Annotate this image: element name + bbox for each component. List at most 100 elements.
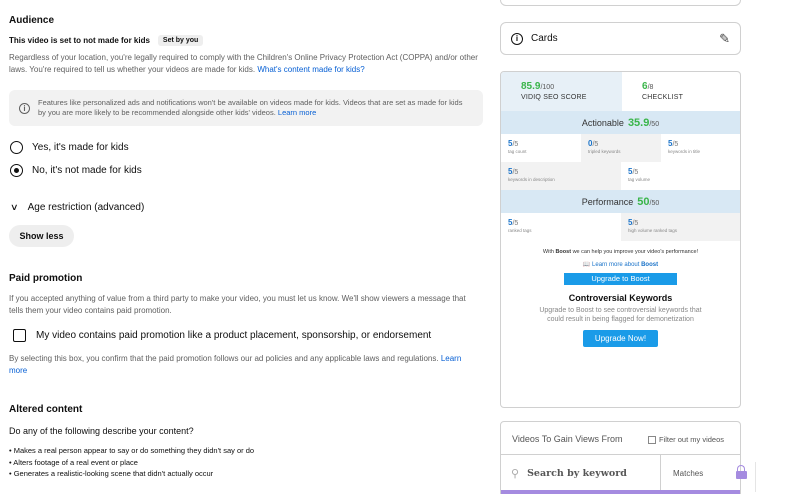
metric-max: /5	[512, 141, 519, 148]
info-box-text-wrap: Features like personalized ads and notif…	[38, 98, 468, 118]
audience-status-text: This video is set to not made for kids	[9, 36, 150, 45]
metric-high-volume-ranked-tags: 5/5 high volume ranked tags	[621, 213, 740, 241]
info-icon: i	[511, 32, 523, 45]
altered-content-bullets: Makes a real person appear to say or do …	[9, 445, 254, 480]
keyword-search-input[interactable]: ⚲ Search by keyword	[501, 455, 661, 492]
learn-more-boost-link[interactable]: 📖 Learn more about Boost	[501, 261, 740, 268]
boost-brand: Boost	[555, 249, 572, 255]
actionable-score: 35.9/50	[628, 117, 659, 129]
gain-views-title: Videos To Gain Views From	[512, 434, 623, 444]
info-box-text: Features like personalized ads and notif…	[38, 98, 463, 117]
made-for-kids-info-box: i Features like personalized ads and not…	[9, 90, 483, 126]
filter-my-videos-toggle[interactable]: Filter out my videos	[648, 435, 724, 444]
checklist-max: /8	[647, 84, 654, 91]
metric-ranked-tags: 5/5 ranked tags	[501, 213, 621, 241]
list-item: Makes a real person appear to say or do …	[9, 445, 254, 457]
chevron-down-icon: ∨	[10, 202, 19, 212]
search-icon: ⚲	[511, 468, 520, 480]
made-for-kids-link[interactable]: What's content made for kids?	[257, 65, 364, 74]
performance-grid: 5/5 ranked tags 5/5 high volume ranked t…	[501, 213, 740, 241]
vidiq-panel: 85.9/100 VIDIQ SEO SCORE 6/8 CHECKLIST A…	[500, 71, 741, 408]
boost-post: we can help you improve your video's per…	[572, 249, 699, 255]
upgrade-now-button[interactable]: Upgrade Now!	[583, 330, 658, 347]
metric-max: /5	[632, 220, 639, 227]
boost-promo-text: With Boost we can help you improve your …	[501, 249, 740, 255]
paid-promotion-title: Paid promotion	[9, 273, 83, 284]
confirm-text: By selecting this box, you confirm that …	[9, 354, 439, 363]
seo-score-max: /100	[540, 84, 555, 91]
radio-made-for-kids-yes[interactable]: Yes, it's made for kids	[10, 141, 129, 154]
matches-column[interactable]: Matches	[661, 455, 703, 492]
pencil-icon[interactable]: ✎	[719, 31, 730, 47]
cards-section[interactable]: i Cards ✎	[500, 22, 741, 55]
list-item: Generates a realistic-looking scene that…	[9, 468, 254, 480]
metric-max: /5	[632, 169, 639, 176]
performance-label: Performance	[581, 196, 634, 207]
paid-promotion-confirm-text: By selecting this box, you confirm that …	[9, 353, 479, 377]
performance-score-number: 50	[637, 195, 650, 208]
set-by-you-badge: Set by you	[157, 35, 204, 46]
info-learn-more-link[interactable]: Learn more	[278, 108, 316, 117]
info-icon: i	[19, 102, 30, 114]
metric-label: ranked tags	[508, 228, 532, 233]
filter-checkbox[interactable]	[648, 435, 656, 444]
book-icon: 📖	[582, 262, 591, 268]
controversial-keywords-title: Controversial Keywords	[568, 293, 673, 303]
metric-label: keywords in title	[668, 149, 701, 154]
radio-yes-label: Yes, it's made for kids	[32, 142, 129, 153]
boost-pre: With	[542, 249, 554, 255]
metric-label: keywords in description	[508, 177, 555, 182]
metric-keywords-in-title: 5/5 keywords in title	[661, 134, 740, 162]
altered-content-title: Altered content	[9, 404, 83, 415]
filter-label: Filter out my videos	[659, 435, 725, 444]
list-item: Alters footage of a real event or place	[9, 457, 254, 469]
paid-promotion-checkbox-row[interactable]: My video contains paid promotion like a …	[13, 329, 431, 342]
seo-score-number: 85.9	[521, 81, 541, 92]
radio-made-for-kids-no[interactable]: No, it's not made for kids	[10, 164, 142, 177]
metric-label: tag count	[508, 149, 527, 154]
gain-views-search-row: ⚲ Search by keyword Matches	[501, 454, 740, 492]
performance-max: /50	[649, 199, 660, 207]
seo-score-tab[interactable]: 85.9/100 VIDIQ SEO SCORE	[501, 72, 622, 111]
learn-more-brand: Boost	[641, 262, 659, 268]
controversial-keywords-text: Upgrade to Boost to see controversial ke…	[539, 307, 702, 323]
checklist-tab[interactable]: 6/8 CHECKLIST	[622, 72, 740, 111]
radio-button-yes[interactable]	[10, 141, 23, 154]
performance-band: Performance 50/50	[501, 190, 740, 213]
score-header: 85.9/100 VIDIQ SEO SCORE 6/8 CHECKLIST	[501, 72, 740, 111]
checklist-value: 6/8	[642, 81, 740, 92]
actionable-max: /50	[649, 120, 660, 128]
metric-keywords-in-description: 5/5 keywords in description	[501, 162, 621, 190]
gain-views-panel: Videos To Gain Views From Filter out my …	[500, 421, 741, 494]
metric-label: tag volume	[628, 177, 651, 182]
seo-score-label: VIDIQ SEO SCORE	[521, 94, 587, 101]
actionable-band: Actionable 35.9/50	[501, 111, 740, 134]
performance-score: 50/50	[637, 196, 659, 208]
actionable-grid: 5/5 tag count 0/5 tripled keywords 5/5 k…	[501, 134, 740, 190]
metric-max: /5	[672, 141, 679, 148]
metric-label: tripled keywords	[588, 149, 621, 154]
metric-max: /5	[592, 141, 599, 148]
seo-score-value: 85.9/100	[521, 81, 622, 92]
purple-strip	[501, 490, 740, 494]
radio-button-no[interactable]	[10, 164, 23, 177]
metric-max: /5	[512, 220, 519, 227]
metric-tag-volume: 5/5 tag volume	[621, 162, 740, 190]
paid-promotion-checkbox[interactable]	[13, 329, 26, 342]
divider	[755, 462, 756, 492]
learn-more-prefix: Learn more about	[592, 262, 640, 268]
upgrade-to-boost-button[interactable]: Upgrade to Boost	[564, 273, 677, 285]
radio-no-label: No, it's not made for kids	[32, 165, 142, 176]
search-placeholder: Search by keyword	[527, 468, 627, 479]
audience-status: This video is set to not made for kids S…	[9, 35, 204, 46]
audience-title: Audience	[9, 15, 55, 26]
metric-tripled-keywords: 0/5 tripled keywords	[581, 134, 661, 162]
coppa-description: Regardless of your location, you're lega…	[9, 52, 479, 76]
metric-max: /5	[512, 169, 519, 176]
lock-icon	[735, 465, 747, 479]
age-restriction-toggle[interactable]: ∨ Age restriction (advanced)	[10, 202, 144, 213]
paid-promotion-checkbox-label: My video contains paid promotion like a …	[36, 330, 432, 341]
metric-label: high volume ranked tags	[628, 228, 678, 233]
show-less-button[interactable]: Show less	[9, 225, 74, 247]
actionable-label: Actionable	[581, 117, 624, 128]
